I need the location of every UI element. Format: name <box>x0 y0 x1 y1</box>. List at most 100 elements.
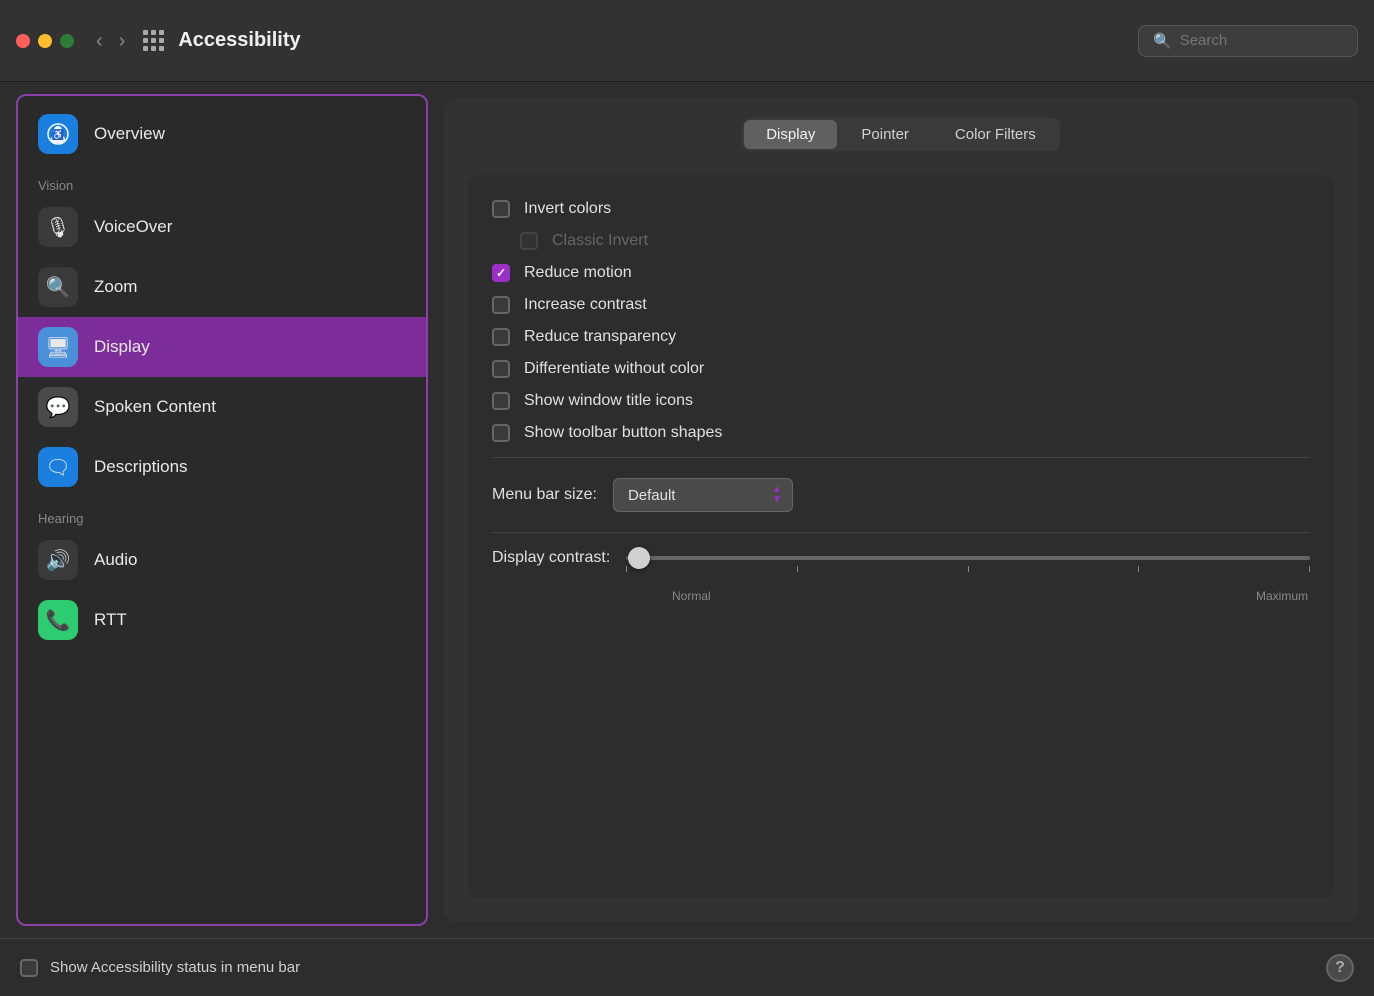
descriptions-label: Descriptions <box>94 457 188 477</box>
sidebar-item-display[interactable]: 🖥 Display <box>18 317 426 377</box>
slider-ticks <box>626 566 1310 572</box>
classic-invert-label: Classic Invert <box>552 232 648 250</box>
sidebar-item-audio[interactable]: 🔊 Audio <box>18 530 426 590</box>
tick-2 <box>797 566 798 572</box>
forward-button[interactable]: › <box>113 27 132 55</box>
right-panel: Display Pointer Color Filters Invert col… <box>438 82 1374 938</box>
setting-row-classic-invert: Classic Invert <box>492 225 1310 257</box>
divider-2 <box>492 532 1310 533</box>
contrast-slider-container <box>626 556 1310 560</box>
spoken-content-icon: 💬 <box>38 387 78 427</box>
audio-label: Audio <box>94 550 137 570</box>
setting-row-increase-contrast: Increase contrast <box>492 289 1310 321</box>
reduce-transparency-checkbox[interactable] <box>492 328 510 346</box>
sidebar-item-rtt[interactable]: 📞 RTT <box>18 590 426 650</box>
toolbar-shapes-label: Show toolbar button shapes <box>524 424 722 442</box>
differentiate-checkbox[interactable] <box>492 360 510 378</box>
window-title: Accessibility <box>178 29 1138 52</box>
descriptions-icon: 🗨 <box>38 447 78 487</box>
window-icons-checkbox[interactable] <box>492 392 510 410</box>
vision-section-label: Vision <box>18 164 426 197</box>
voiceover-label: VoiceOver <box>94 217 172 237</box>
hearing-section-label: Hearing <box>18 497 426 530</box>
slider-labels: Normal Maximum <box>492 589 1310 603</box>
tab-display[interactable]: Display <box>744 120 837 149</box>
zoom-icon: 🔍 <box>38 267 78 307</box>
search-icon: 🔍 <box>1153 32 1172 50</box>
bottom-bar: Show Accessibility status in menu bar ? <box>0 938 1374 996</box>
invert-colors-label: Invert colors <box>524 200 611 218</box>
setting-row-window-icons: Show window title icons <box>492 385 1310 417</box>
search-input[interactable] <box>1180 32 1343 49</box>
differentiate-label: Differentiate without color <box>524 360 704 378</box>
contrast-slider-track <box>626 556 1310 560</box>
tick-5 <box>1309 566 1310 572</box>
accessibility-status-checkbox[interactable] <box>20 959 38 977</box>
window-icons-label: Show window title icons <box>524 392 693 410</box>
setting-row-reduce-transparency: Reduce transparency <box>492 321 1310 353</box>
contrast-header: Display contrast: <box>492 549 1310 567</box>
sidebar-item-zoom[interactable]: 🔍 Zoom <box>18 257 426 317</box>
toolbar-shapes-checkbox[interactable] <box>492 424 510 442</box>
contrast-row: Display contrast: <box>492 541 1310 607</box>
setting-row-toolbar-shapes: Show toolbar button shapes <box>492 417 1310 449</box>
sidebar-item-spoken-content[interactable]: 💬 Spoken Content <box>18 377 426 437</box>
stepper-icon: ▲▼ <box>772 485 782 505</box>
zoom-label: Zoom <box>94 277 137 297</box>
reduce-transparency-label: Reduce transparency <box>524 328 676 346</box>
rtt-label: RTT <box>94 610 127 630</box>
setting-row-invert-colors: Invert colors <box>492 193 1310 225</box>
setting-row-reduce-motion: Reduce motion <box>492 257 1310 289</box>
menu-bar-value: Default <box>628 487 762 504</box>
apps-grid-icon[interactable] <box>143 30 164 51</box>
classic-invert-checkbox[interactable] <box>520 232 538 250</box>
bottom-left: Show Accessibility status in menu bar <box>20 959 300 977</box>
display-label: Display <box>94 337 150 357</box>
sidebar-item-descriptions[interactable]: 🗨 Descriptions <box>18 437 426 497</box>
divider-1 <box>492 457 1310 458</box>
main-content: ♿ Overview Vision 🎙 VoiceOver 🔍 Zoom 🖥 D… <box>0 82 1374 938</box>
tab-pointer[interactable]: Pointer <box>839 120 931 149</box>
tick-4 <box>1138 566 1139 572</box>
voiceover-icon: 🎙 <box>38 207 78 247</box>
maximum-label: Maximum <box>1256 589 1308 603</box>
tab-bar: Display Pointer Color Filters <box>468 118 1334 151</box>
menu-bar-select[interactable]: Default ▲▼ <box>613 478 793 512</box>
traffic-lights <box>16 34 74 48</box>
increase-contrast-checkbox[interactable] <box>492 296 510 314</box>
back-button[interactable]: ‹ <box>90 27 109 55</box>
overview-icon: ♿ <box>38 114 78 154</box>
increase-contrast-label: Increase contrast <box>524 296 647 314</box>
contrast-label: Display contrast: <box>492 549 610 567</box>
panel-card: Display Pointer Color Filters Invert col… <box>444 98 1358 922</box>
reduce-motion-label: Reduce motion <box>524 264 632 282</box>
accessibility-status-label: Show Accessibility status in menu bar <box>50 959 300 976</box>
spoken-content-label: Spoken Content <box>94 397 216 417</box>
normal-label: Normal <box>672 589 711 603</box>
svg-text:♿: ♿ <box>52 128 64 141</box>
maximize-button[interactable] <box>60 34 74 48</box>
close-button[interactable] <box>16 34 30 48</box>
audio-icon: 🔊 <box>38 540 78 580</box>
sidebar: ♿ Overview Vision 🎙 VoiceOver 🔍 Zoom 🖥 D… <box>16 94 428 926</box>
nav-buttons: ‹ › <box>90 27 131 55</box>
menu-bar-row: Menu bar size: Default ▲▼ <box>492 466 1310 524</box>
reduce-motion-checkbox[interactable] <box>492 264 510 282</box>
invert-colors-checkbox[interactable] <box>492 200 510 218</box>
setting-row-differentiate: Differentiate without color <box>492 353 1310 385</box>
sidebar-item-voiceover[interactable]: 🎙 VoiceOver <box>18 197 426 257</box>
titlebar: ‹ › Accessibility 🔍 <box>0 0 1374 82</box>
display-icon: 🖥 <box>38 327 78 367</box>
tick-1 <box>626 566 627 572</box>
help-button[interactable]: ? <box>1326 954 1354 982</box>
tab-color-filters[interactable]: Color Filters <box>933 120 1058 149</box>
rtt-icon: 📞 <box>38 600 78 640</box>
overview-label: Overview <box>94 124 165 144</box>
search-box[interactable]: 🔍 <box>1138 25 1358 57</box>
sidebar-item-overview[interactable]: ♿ Overview <box>18 104 426 164</box>
minimize-button[interactable] <box>38 34 52 48</box>
settings-inner: Invert colors Classic Invert Reduce moti… <box>468 175 1334 898</box>
tab-group: Display Pointer Color Filters <box>742 118 1060 151</box>
tick-3 <box>968 566 969 572</box>
menu-bar-label: Menu bar size: <box>492 486 597 504</box>
